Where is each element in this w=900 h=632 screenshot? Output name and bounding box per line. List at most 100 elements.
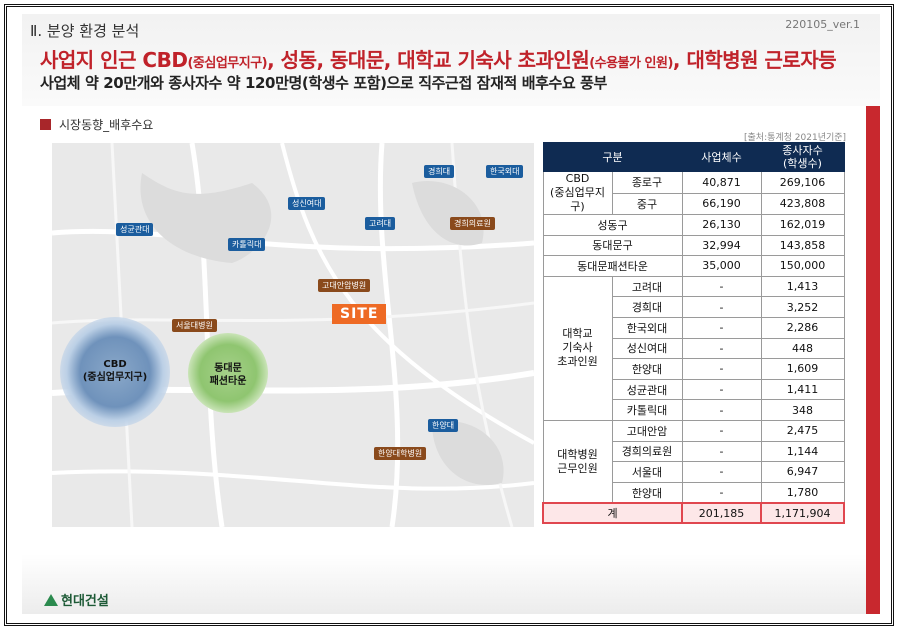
- slide: Ⅱ. 분양 환경 분석 220105_ver.1 사업지 인근 CBD(중심업무…: [22, 14, 880, 614]
- side-accent-bar: [866, 106, 880, 614]
- row-name: 한양대: [611, 481, 683, 504]
- total-employees: 1,171,904: [760, 502, 845, 525]
- section-title: Ⅱ. 분양 환경 분석: [30, 22, 140, 40]
- col-header-businesses: 사업체수: [681, 142, 762, 172]
- row-name: 카톨릭대: [611, 399, 683, 421]
- square-bullet-icon: [40, 119, 51, 130]
- cbd-label-line2: (중심업무지구): [82, 372, 148, 383]
- row-name: 동대문패션타운: [542, 255, 683, 277]
- map-pin-hospital: 고대안암병원: [318, 279, 371, 292]
- univ-group-line1: 대학교: [562, 327, 593, 341]
- table-row: 대학교 기숙사 초과인원 고려대 - 1,413: [542, 275, 845, 421]
- row-businesses: -: [681, 419, 762, 442]
- row-employees: 1,411: [760, 378, 845, 401]
- logo-text: 현대건설: [61, 594, 109, 609]
- headline-mid: , 성동, 동대문, 대학교 기숙사 초과인원: [267, 48, 590, 72]
- headline-end: , 대학병원 근로자등: [672, 48, 837, 72]
- col-header-employees: 종사자수 (학생수): [760, 142, 845, 172]
- row-employees: 143,858: [760, 234, 845, 257]
- section-tag: 시장동향_배후수요: [40, 116, 153, 133]
- map-pin-hospital: 한양대학병원: [374, 447, 427, 460]
- cbd-label-line1: CBD: [103, 359, 127, 370]
- row-employees: 1,144: [760, 440, 845, 463]
- row-employees: 348: [760, 399, 845, 421]
- map-pin-university: 고려대: [365, 217, 396, 230]
- map-pin-hospital: 서울대병원: [172, 319, 217, 332]
- row-name: 성동구: [542, 214, 683, 236]
- company-logo: 현대건설: [44, 590, 109, 609]
- row-businesses: -: [681, 296, 762, 318]
- row-name: 성신여대: [611, 337, 683, 360]
- univ-group-line2: 기숙사: [562, 341, 593, 355]
- map-pin-university: 성신여대: [288, 197, 326, 210]
- logo-triangle-icon: [44, 594, 58, 606]
- map-pin-university: 한국외대: [486, 165, 524, 178]
- group-cell-cbd: CBD (중심업무지구): [542, 171, 613, 215]
- row-name: 경희의료원: [611, 440, 683, 463]
- row-businesses: -: [681, 461, 762, 483]
- version-label: 220105_ver.1: [785, 18, 860, 31]
- group-cell-hospital: 대학병원 근무인원: [542, 419, 613, 504]
- hosp-group-line1: 대학병원: [557, 447, 598, 461]
- row-employees: 423,808: [760, 192, 845, 215]
- row-employees: 1,609: [760, 358, 845, 380]
- ddm-label-line2: 패션타운: [209, 376, 247, 387]
- row-employees: 2,286: [760, 316, 845, 339]
- table-row: 대학병원 근무인원 고대안암 - 2,475: [542, 419, 845, 504]
- row-employees: 150,000: [760, 255, 845, 277]
- headline-paren: (중심업무지구): [187, 56, 268, 71]
- row-businesses: -: [681, 358, 762, 380]
- table-row: 성동구 26,130 162,019: [542, 214, 845, 236]
- employees-header-label: 종사자수: [782, 144, 823, 157]
- map-pin-university: 성균관대: [116, 223, 154, 236]
- row-employees: 2,475: [760, 419, 845, 442]
- map-pin-hospital: 경희의료원: [450, 217, 495, 230]
- site-marker: SITE: [332, 304, 387, 324]
- row-employees: 448: [760, 337, 845, 360]
- row-employees: 1,413: [760, 275, 845, 298]
- col-header-category: 구분: [542, 142, 683, 172]
- row-businesses: 66,190: [681, 192, 762, 215]
- row-businesses: -: [681, 399, 762, 421]
- row-employees: 162,019: [760, 214, 845, 236]
- row-businesses: -: [681, 316, 762, 339]
- row-name: 한국외대: [611, 316, 683, 339]
- footer-band: [22, 554, 866, 614]
- row-name: 중구: [611, 192, 683, 215]
- row-employees: 269,106: [760, 171, 845, 194]
- row-businesses: 35,000: [681, 255, 762, 277]
- row-businesses: -: [681, 337, 762, 360]
- row-businesses: 26,130: [681, 214, 762, 236]
- group-cell-university: 대학교 기숙사 초과인원: [542, 275, 613, 421]
- dongdaemun-zone-label: 동대문 패션타운: [188, 362, 268, 388]
- headline-main: 사업지 인근 CBD: [40, 48, 188, 72]
- row-businesses: -: [681, 378, 762, 401]
- subheadline: 사업체 약 20만개와 종사자수 약 120만명(학생수 포함)으로 직주근접 …: [40, 74, 607, 92]
- map-pin-university: 경희대: [424, 165, 455, 178]
- table-row: 동대문구 32,994 143,858: [542, 234, 845, 257]
- total-label: 계: [542, 502, 683, 525]
- total-businesses: 201,185: [681, 502, 762, 525]
- row-name: 한양대: [611, 358, 683, 380]
- row-businesses: 32,994: [681, 234, 762, 257]
- row-businesses: 40,871: [681, 171, 762, 194]
- row-name: 성균관대: [611, 378, 683, 401]
- row-name: 서울대: [611, 461, 683, 483]
- hosp-group-line2: 근무인원: [557, 461, 598, 475]
- area-map: CBD (중심업무지구) 동대문 패션타운 경희대 한국외대 성신여대 고려대 성균…: [52, 143, 534, 527]
- row-name: 동대문구: [542, 234, 683, 257]
- univ-group-line3: 초과인원: [557, 355, 598, 369]
- row-businesses: -: [681, 440, 762, 463]
- row-businesses: -: [681, 275, 762, 298]
- headline: 사업지 인근 CBD(중심업무지구), 성동, 동대문, 대학교 기숙사 초과인…: [40, 44, 837, 73]
- row-businesses: -: [681, 481, 762, 504]
- row-employees: 1,780: [760, 481, 845, 504]
- cbd-zone-label: CBD (중심업무지구): [60, 358, 170, 384]
- demand-table: 구분 사업체수 종사자수 (학생수) CBD (중심업무지구) 종로구 40,871…: [542, 142, 845, 525]
- table-row: 동대문패션타운 35,000 150,000: [542, 255, 845, 277]
- row-name: 고려대: [611, 275, 683, 298]
- cbd-group-sub: (중심업무지구): [550, 186, 605, 213]
- section-tag-label: 시장동향_배후수요: [59, 118, 154, 132]
- employees-header-sub: (학생수): [783, 157, 822, 170]
- map-pin-university: 카톨릭대: [228, 238, 266, 251]
